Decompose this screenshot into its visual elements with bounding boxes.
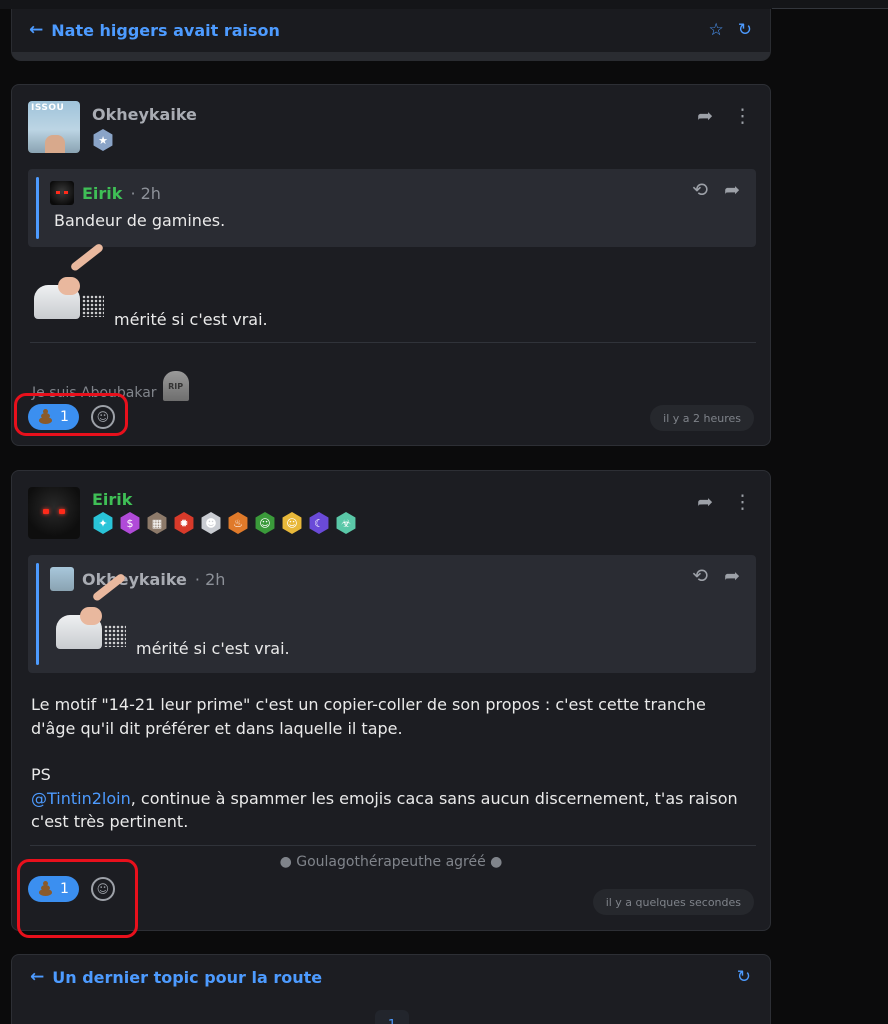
avatar[interactable]: ISSOU — [28, 101, 80, 153]
arrow-left-icon: ← — [30, 967, 45, 987]
quote-time: · 2h — [130, 183, 161, 203]
quote-avatar[interactable] — [50, 567, 74, 591]
topic-header: ← Nate higgers avait raison ☆ ↻ — [11, 9, 771, 61]
elf-badge-icon[interactable]: ☺ — [255, 512, 275, 534]
zombie-badge-icon[interactable]: ☣ — [336, 512, 356, 534]
badge-row: ✦ $ ▦ ✹ ☻ ♨ ☺ ☺ ☾ ☣ — [92, 512, 357, 534]
post-body: Le motif "14-21 leur prime" c'est un cop… — [31, 693, 751, 834]
history-icon[interactable]: ⟲ — [692, 179, 708, 201]
more-options-icon[interactable]: ⋮ — [733, 491, 752, 513]
post-author[interactable]: Okheykaike — [92, 105, 197, 124]
badge-row: ★ — [92, 129, 114, 151]
share-icon[interactable]: ➦ — [724, 179, 740, 201]
quote-avatar[interactable] — [50, 181, 74, 205]
more-options-icon[interactable]: ⋮ — [733, 105, 752, 127]
brick-badge-icon[interactable]: ▦ — [147, 512, 167, 534]
refresh-icon[interactable]: ↻ — [738, 20, 752, 40]
post-card: ISSOU Okheykaike ★ ➦ ⋮ Eirik · 2h ⟲ ➦ Ba… — [11, 84, 771, 446]
post-timestamp: il y a quelques secondes — [592, 889, 754, 915]
skull-badge-icon[interactable]: ☻ — [201, 512, 221, 534]
browser-top-strip — [0, 0, 888, 9]
quote-time: · 2h — [194, 569, 226, 589]
red-highlight-box — [17, 859, 138, 938]
user-mention-link[interactable]: @Tintin2loin — [31, 789, 131, 808]
post-text: mérité si c'est vrai. — [114, 310, 268, 329]
fire-badge-icon[interactable]: ✹ — [174, 512, 194, 534]
post-paragraph: , continue à spammer les emojis caca san… — [31, 788, 738, 832]
diamond-badge-icon[interactable]: ✦ — [93, 512, 113, 534]
quote-author[interactable]: Okheykaike — [82, 570, 187, 589]
arrow-left-icon: ← — [29, 20, 44, 40]
share-icon[interactable]: ➦ — [697, 105, 713, 127]
topic-title: Nate higgers avait raison — [51, 20, 280, 40]
sticker-image — [32, 242, 110, 325]
post-paragraph: Le motif "14-21 leur prime" c'est un cop… — [31, 695, 706, 738]
quote-block: Eirik · 2h ⟲ ➦ Bandeur de gamines. — [28, 169, 756, 247]
history-icon[interactable]: ⟲ — [692, 565, 708, 587]
quote-text: mérité si c'est vrai. — [136, 639, 290, 658]
post-author[interactable]: Eirik — [92, 490, 132, 509]
signature-divider — [30, 845, 756, 846]
next-topic-card: ← Un dernier topic pour la route ↻ 1 — [11, 954, 771, 1024]
flame-badge-icon[interactable]: ♨ — [228, 512, 248, 534]
next-topic-title: Un dernier topic pour la route — [52, 967, 323, 987]
dollar-badge-icon[interactable]: $ — [120, 512, 140, 534]
smile-badge-icon[interactable]: ☺ — [282, 512, 302, 534]
avatar[interactable] — [28, 487, 80, 539]
next-topic-link[interactable]: ← Un dernier topic pour la route — [30, 967, 322, 987]
share-icon[interactable]: ➦ — [724, 565, 740, 587]
signature-divider — [30, 342, 756, 343]
refresh-icon[interactable]: ↻ — [737, 967, 751, 987]
share-icon[interactable]: ➦ — [697, 491, 713, 513]
post-timestamp: il y a 2 heures — [650, 405, 754, 431]
topic-back-link[interactable]: ← Nate higgers avait raison — [29, 20, 280, 40]
quote-author[interactable]: Eirik — [82, 184, 122, 203]
sticker-image — [54, 572, 132, 655]
star-icon[interactable]: ☆ — [709, 20, 724, 40]
page-number-button[interactable]: 1 — [375, 1010, 409, 1024]
quote-text: Bandeur de gamines. — [54, 211, 226, 230]
star-badge-icon[interactable]: ★ — [93, 129, 113, 151]
moon-badge-icon[interactable]: ☾ — [309, 512, 329, 534]
tombstone-icon: RIP — [162, 371, 189, 401]
post-ps: PS — [31, 765, 51, 784]
quote-block: Okheykaike · 2h ⟲ ➦ mérité si c'est vrai… — [28, 555, 756, 673]
red-highlight-box — [14, 393, 128, 436]
